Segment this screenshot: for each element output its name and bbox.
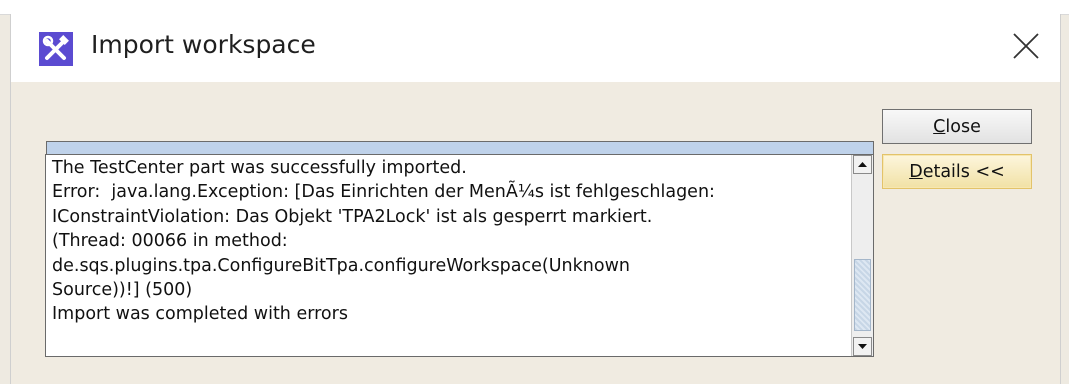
background-window-edge <box>0 0 1069 15</box>
close-button[interactable]: Close <box>882 109 1032 144</box>
details-button-label: Details << <box>909 161 1005 182</box>
log-text: The TestCenter part was successfully imp… <box>52 156 842 327</box>
log-line: IConstraintViolation: Das Objekt 'TPA2Lo… <box>52 206 653 227</box>
log-line: (Thread: 00066 in method: <box>52 231 288 252</box>
scrollbar-thumb[interactable] <box>854 259 871 331</box>
details-toggle-button[interactable]: Details << <box>882 154 1032 189</box>
import-log-textarea[interactable]: The TestCenter part was successfully imp… <box>45 154 874 357</box>
dialog-title: Import workspace <box>91 30 316 59</box>
arrow-up-icon[interactable] <box>853 155 872 174</box>
tools-icon <box>39 32 73 66</box>
title-bar[interactable]: Import workspace <box>11 14 1060 82</box>
arrow-down-icon[interactable] <box>853 337 872 356</box>
log-line: Import was completed with errors <box>52 304 348 325</box>
close-button-label: Close <box>933 116 981 137</box>
log-line: de.sqs.plugins.tpa.ConfigureBitTpa.confi… <box>52 255 630 276</box>
log-line: Source))!] (500) <box>52 280 193 301</box>
log-line: The TestCenter part was successfully imp… <box>52 158 467 178</box>
import-workspace-dialog: Import workspace The TestCenter part was… <box>10 14 1061 384</box>
close-icon[interactable] <box>1010 30 1042 62</box>
log-line: Error: java.lang.Exception: [Das Einrich… <box>52 182 715 203</box>
vertical-scrollbar[interactable] <box>851 155 873 356</box>
